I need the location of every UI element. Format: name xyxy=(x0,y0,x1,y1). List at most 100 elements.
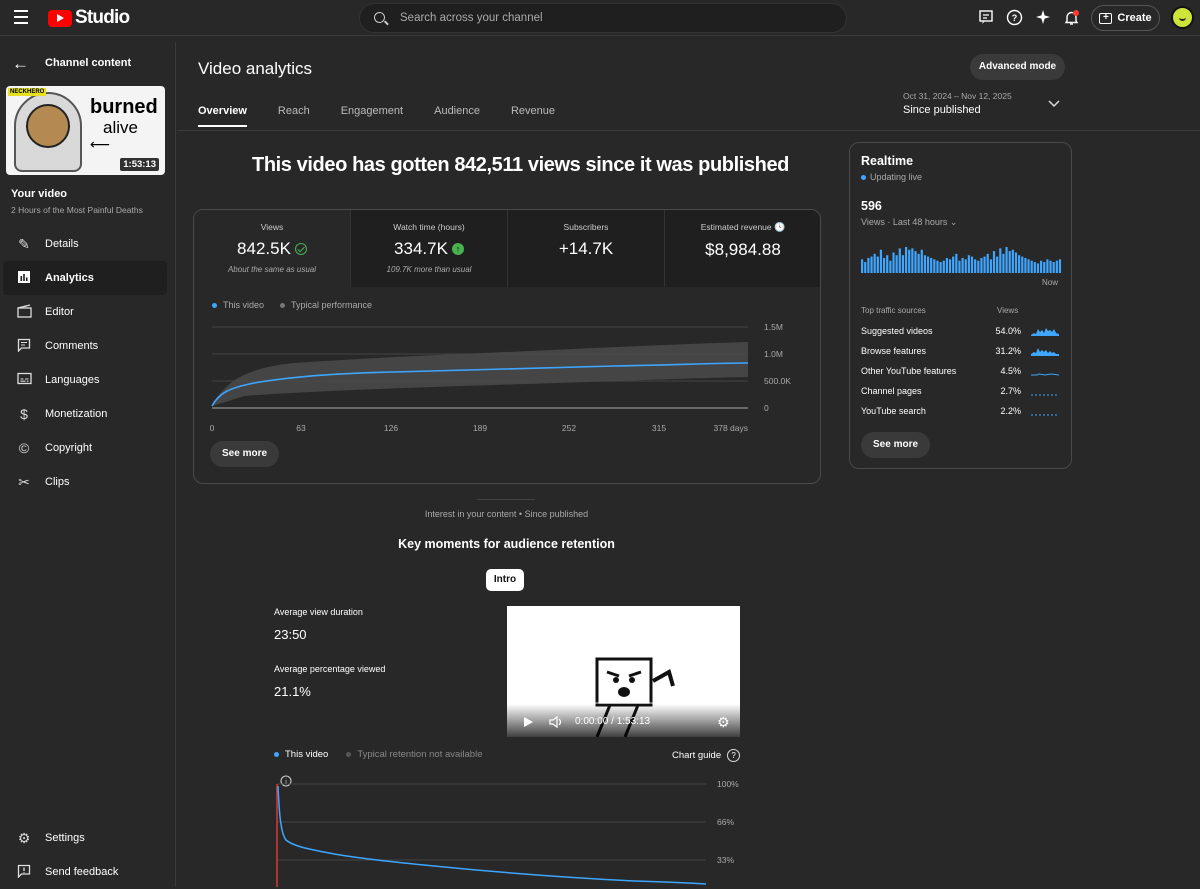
sparkle-icon[interactable] xyxy=(1034,9,1052,27)
realtime-bar xyxy=(864,262,867,273)
realtime-bar xyxy=(970,256,974,273)
sidebar-item-analytics[interactable]: Analytics xyxy=(3,261,167,295)
metric-watch-time[interactable]: Watch time (hours) 334.7K ↑ 109.7K more t… xyxy=(351,210,508,287)
date-range[interactable]: Oct 31, 2024 – Nov 12, 2025 xyxy=(903,91,1012,101)
search-input[interactable] xyxy=(400,12,820,24)
sidebar-item-label: Copyright xyxy=(45,442,93,454)
y-tick: 1.5M xyxy=(764,322,783,332)
captions-icon[interactable] xyxy=(977,9,995,27)
chevron-down-icon[interactable] xyxy=(1048,97,1060,111)
sidebar-item-details[interactable]: ✎ Details xyxy=(3,227,167,261)
sidebar-item-monetization[interactable]: $ Monetization xyxy=(3,397,167,431)
realtime-bar xyxy=(939,262,942,273)
traffic-source-pct: 2.2% xyxy=(1000,406,1021,416)
realtime-bar xyxy=(977,260,980,273)
tab-audience[interactable]: Audience xyxy=(434,105,480,127)
player-progress[interactable] xyxy=(515,702,733,704)
y-tick: 33% xyxy=(717,855,734,865)
realtime-bar xyxy=(1043,262,1046,273)
back-arrow-icon[interactable]: ← xyxy=(12,54,29,74)
player-settings-gear-icon[interactable]: ⚙ xyxy=(717,714,730,731)
x-tick: 63 xyxy=(296,423,306,433)
sidebar-item-copyright[interactable]: © Copyright xyxy=(3,431,167,465)
search-bar[interactable] xyxy=(359,3,847,33)
play-icon[interactable] xyxy=(522,716,534,728)
realtime-card: Realtime Updating live 596 Views · Last … xyxy=(849,142,1072,469)
tab-revenue[interactable]: Revenue xyxy=(511,105,555,127)
sidebar-item-send-feedback[interactable]: Send feedback xyxy=(3,855,167,889)
realtime-bar xyxy=(980,257,983,273)
x-tick: 126 xyxy=(384,423,398,433)
realtime-bar xyxy=(945,257,948,273)
traffic-row[interactable]: Suggested videos 54.0% xyxy=(861,326,1061,342)
realtime-bar xyxy=(967,255,970,273)
notifications-icon[interactable] xyxy=(1062,9,1080,27)
tab-reach[interactable]: Reach xyxy=(278,105,310,127)
realtime-bar xyxy=(889,260,892,273)
chevron-down-icon: ⌄ xyxy=(949,217,958,227)
traffic-row[interactable]: Browse features 31.2% xyxy=(861,346,1061,362)
realtime-bar xyxy=(895,255,898,273)
date-label[interactable]: Since published xyxy=(903,104,981,116)
avg-duration-value: 23:50 xyxy=(274,627,307,642)
video-thumbnail[interactable]: NECKHERO burned alive ⟵ 1:53:13 xyxy=(6,86,165,175)
create-icon: + xyxy=(1099,12,1113,24)
video-player[interactable]: 0:00:00 / 1:53:13 ⚙ xyxy=(507,606,740,737)
metric-sub: 109.7K more than usual xyxy=(386,265,472,274)
realtime-period-dropdown[interactable]: Views · Last 48 hours ⌄ xyxy=(861,217,957,228)
realtime-bar xyxy=(1040,260,1043,273)
metric-label: Subscribers xyxy=(563,222,609,232)
sidebar-item-label: Monetization xyxy=(45,408,108,420)
traffic-source-name: YouTube search xyxy=(861,406,926,416)
traffic-row[interactable]: Other YouTube features 4.5% xyxy=(861,366,1061,382)
realtime-bar xyxy=(1024,257,1027,273)
realtime-bar xyxy=(1030,260,1033,273)
realtime-bar xyxy=(892,252,895,273)
studio-logo[interactable]: Studio xyxy=(48,7,130,29)
sidebar-item-label: Settings xyxy=(45,832,85,844)
realtime-bar xyxy=(904,247,908,273)
realtime-see-more-button[interactable]: See more xyxy=(861,432,931,458)
retention-legend: This video Typical retention not availab… xyxy=(274,749,482,760)
traffic-sources-header: Top traffic sources xyxy=(861,306,926,315)
sidebar-item-comments[interactable]: Comments xyxy=(3,329,167,363)
page-title: Video analytics xyxy=(198,59,313,78)
traffic-row[interactable]: YouTube search 2.2% xyxy=(861,406,1061,422)
realtime-bar xyxy=(983,256,986,273)
sidebar-item-label: Comments xyxy=(45,340,99,352)
realtime-bar xyxy=(930,257,933,273)
sidebar-item-clips[interactable]: ✂ Clips xyxy=(3,465,167,499)
create-button[interactable]: + Create xyxy=(1091,5,1160,31)
sidebar-item-label: Clips xyxy=(45,476,70,488)
see-more-button[interactable]: See more xyxy=(210,441,280,467)
live-dot-icon xyxy=(861,175,866,181)
advanced-mode-button[interactable]: Advanced mode xyxy=(970,54,1065,80)
realtime-bar xyxy=(870,256,873,273)
avatar[interactable] xyxy=(1171,6,1194,29)
realtime-bar xyxy=(1002,253,1005,273)
main-content: Video analytics Advanced mode Overview R… xyxy=(177,37,1200,887)
thumbnail-text-1: burned xyxy=(90,96,158,118)
metric-revenue[interactable]: Estimated revenue 🕓 $8,984.88 xyxy=(665,210,820,287)
dollar-icon: $ xyxy=(20,406,28,422)
thumbnail-text-2: alive xyxy=(103,118,138,137)
chart-guide-button[interactable]: Chart guide ? xyxy=(672,749,741,762)
volume-icon[interactable] xyxy=(549,716,563,728)
traffic-source-name: Browse features xyxy=(861,346,927,356)
menu-icon[interactable] xyxy=(14,10,28,28)
metric-views[interactable]: Views 842.5K About the same as usual xyxy=(194,210,351,287)
sidebar-item-editor[interactable]: Editor xyxy=(3,295,167,329)
realtime-bar xyxy=(876,256,879,273)
realtime-bar xyxy=(1058,259,1062,273)
intro-chip[interactable]: Intro xyxy=(486,569,524,591)
now-label: Now xyxy=(1042,278,1059,287)
realtime-bar xyxy=(873,253,876,273)
sidebar-item-languages[interactable]: Languages xyxy=(3,363,167,397)
sidebar-item-settings[interactable]: ⚙ Settings xyxy=(3,821,167,855)
traffic-row[interactable]: Channel pages 2.7% xyxy=(861,386,1061,402)
metric-subscribers[interactable]: Subscribers +14.7K xyxy=(508,210,665,287)
help-icon[interactable]: ? xyxy=(1005,9,1023,27)
tab-overview[interactable]: Overview xyxy=(198,105,247,127)
tab-engagement[interactable]: Engagement xyxy=(341,105,403,127)
sidebar: ← Channel content NECKHERO burned alive … xyxy=(0,42,176,887)
